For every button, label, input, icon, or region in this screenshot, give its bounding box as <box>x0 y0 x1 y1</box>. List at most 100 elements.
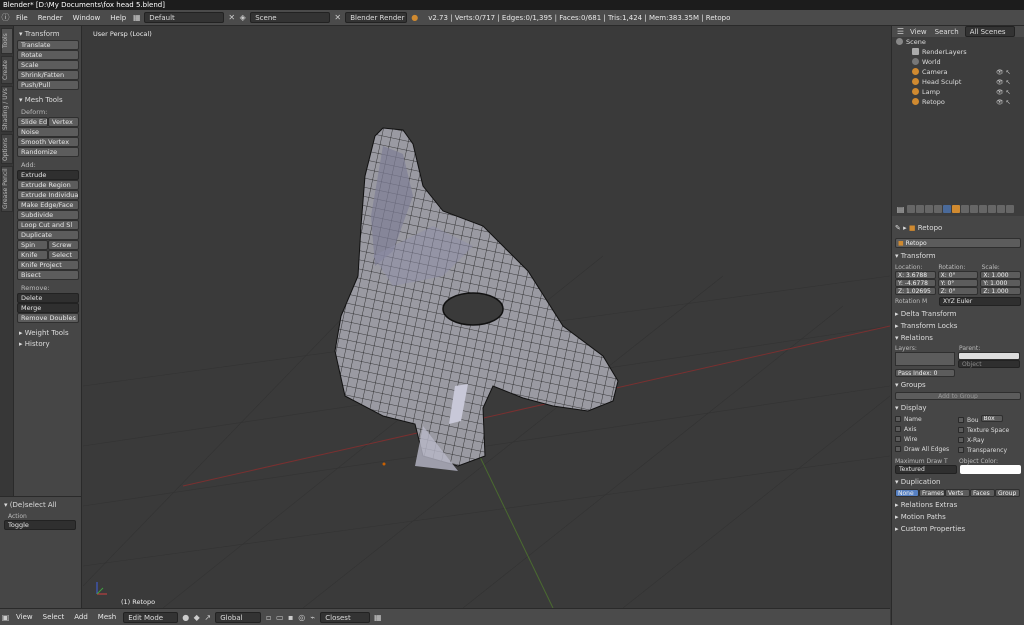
layers-grid[interactable] <box>895 352 955 366</box>
dup-none-tab[interactable]: None <box>895 489 919 497</box>
transform-panel-header[interactable]: ▾ Transform <box>19 30 78 38</box>
viewport-canvas[interactable] <box>83 26 890 608</box>
groups-header[interactable]: ▾ Groups <box>895 381 1021 389</box>
rotation-x-field[interactable]: X: 0° <box>937 271 979 279</box>
relations-header[interactable]: ▾ Relations <box>895 334 1021 342</box>
location-z-field[interactable]: Z: 1.02695 <box>895 287 936 295</box>
loop-cut-button[interactable]: Loop Cut and Sl <box>17 220 79 230</box>
display-axis-checkbox[interactable]: Axis <box>895 425 958 435</box>
face-select-icon[interactable]: ▪ <box>285 612 296 623</box>
visibility-toggles[interactable]: 👁 ↖ 👁 ↖ 👁 ↖ 👁 ↖ <box>996 68 1020 108</box>
weight-tools-panel-header[interactable]: ▸ Weight Tools <box>19 329 78 337</box>
custom-properties-header[interactable]: ▸ Custom Properties <box>895 525 1021 533</box>
display-header[interactable]: ▾ Display <box>895 404 1021 412</box>
render-tab-icon[interactable] <box>907 205 915 213</box>
display-all-edges-checkbox[interactable]: Draw All Edges <box>895 445 958 455</box>
pivot-icon[interactable]: ◆ <box>191 612 202 623</box>
delete-dropdown[interactable]: Delete <box>17 293 79 303</box>
add-to-group-button[interactable]: Add to Group <box>895 392 1021 400</box>
duplicate-button[interactable]: Duplicate <box>17 230 79 240</box>
tab-tools[interactable]: Tools <box>1 28 13 54</box>
rotation-y-field[interactable]: Y: 0° <box>937 279 979 287</box>
vertex-select-icon[interactable]: ▫ <box>263 612 274 623</box>
smooth-vertex-button[interactable]: Smooth Vertex <box>17 137 79 147</box>
outliner-item-retopo[interactable]: Retopo <box>912 98 945 107</box>
motion-paths-header[interactable]: ▸ Motion Paths <box>895 513 1021 521</box>
transform-section-header[interactable]: ▾ Transform <box>895 252 1021 260</box>
subdivide-button[interactable]: Subdivide <box>17 210 79 220</box>
dup-faces-tab[interactable]: Faces <box>970 489 995 497</box>
display-transparency-checkbox[interactable]: Transparency <box>958 446 1021 456</box>
scale-button[interactable]: Scale <box>17 60 79 70</box>
properties-editor-icon[interactable]: ▤ <box>895 204 906 215</box>
texture-tab-icon[interactable] <box>988 205 996 213</box>
mode-select[interactable]: Edit Mode <box>123 611 179 623</box>
display-texture-space-checkbox[interactable]: Texture Space <box>958 426 1021 436</box>
mesh-tools-panel-header[interactable]: ▾ Mesh Tools <box>19 96 78 104</box>
edge-select-icon[interactable]: ▭ <box>274 612 285 623</box>
object-name-field[interactable]: ■ Retopo <box>895 238 1021 248</box>
delta-transform-header[interactable]: ▸ Delta Transform <box>895 310 1021 318</box>
display-bounds-checkbox[interactable]: Bou Box <box>958 415 1021 426</box>
outliner-menu-view[interactable]: View <box>906 28 931 36</box>
history-panel-header[interactable]: ▸ History <box>19 340 78 348</box>
manipulator-icon[interactable]: ↗ <box>202 612 213 623</box>
data-tab-icon[interactable] <box>970 205 978 213</box>
spin-button[interactable]: Spin <box>17 240 48 250</box>
menu-view[interactable]: View <box>11 613 38 621</box>
world-tab-icon[interactable] <box>934 205 942 213</box>
shrink-fatten-button[interactable]: Shrink/Fatten <box>17 70 79 80</box>
make-edge-face-button[interactable]: Make Edge/Face <box>17 200 79 210</box>
bisect-button[interactable]: Bisect <box>17 270 79 280</box>
physics-tab-icon[interactable] <box>1006 205 1014 213</box>
material-tab-icon[interactable] <box>979 205 987 213</box>
bounds-type-dropdown[interactable]: Box <box>980 415 1003 422</box>
close-icon[interactable]: ✕ <box>226 12 237 23</box>
tab-options[interactable]: Options <box>1 134 13 164</box>
menu-file[interactable]: File <box>11 14 33 22</box>
menu-add[interactable]: Add <box>69 613 93 621</box>
menu-window[interactable]: Window <box>68 14 106 22</box>
slide-edge-button[interactable]: Slide Ed <box>17 117 48 127</box>
knife-select-button[interactable]: Select <box>48 250 79 260</box>
scene-select[interactable]: Scene <box>250 12 331 23</box>
outliner-item-renderlayers[interactable]: RenderLayers <box>912 48 967 57</box>
object-properties-tab-icon[interactable] <box>952 205 960 213</box>
dup-verts-tab[interactable]: Verts <box>945 489 970 497</box>
dup-group-tab[interactable]: Group <box>995 489 1020 497</box>
action-dropdown[interactable]: Toggle <box>4 520 76 530</box>
location-x-field[interactable]: X: 3.6788 <box>895 271 936 279</box>
editor-type-icon[interactable]: ▣ <box>0 612 11 623</box>
outliner-item-world[interactable]: World <box>912 58 941 67</box>
object-color-swatch[interactable] <box>959 465 1021 474</box>
transform-locks-header[interactable]: ▸ Transform Locks <box>895 322 1021 330</box>
render-layers-tab-icon[interactable] <box>916 205 924 213</box>
rotation-z-field[interactable]: Z: 0° <box>937 287 979 295</box>
scale-z-field[interactable]: Z: 1.000 <box>980 287 1022 295</box>
max-draw-type-dropdown[interactable]: Textured <box>895 465 957 474</box>
scale-y-field[interactable]: Y: 1.000 <box>980 279 1022 287</box>
modifiers-tab-icon[interactable] <box>961 205 969 213</box>
screen-layout-select[interactable]: Default <box>144 12 225 23</box>
outliner-editor-icon[interactable]: ☰ <box>895 26 906 37</box>
proportional-edit-icon[interactable]: ◎ <box>296 612 307 623</box>
scene-icon[interactable]: ◈ <box>237 12 248 23</box>
outliner-item-scene[interactable]: Scene <box>896 38 926 47</box>
knife-button[interactable]: Knife <box>17 250 48 260</box>
remove-doubles-button[interactable]: Remove Doubles <box>17 313 79 323</box>
object-tab-icon[interactable] <box>943 205 951 213</box>
snap-icon[interactable]: ⌁ <box>307 612 318 623</box>
noise-button[interactable]: Noise <box>17 127 79 137</box>
merge-dropdown[interactable]: Merge <box>17 303 79 313</box>
particles-tab-icon[interactable] <box>997 205 1005 213</box>
extrude-individual-button[interactable]: Extrude Individual <box>17 190 79 200</box>
knife-project-button[interactable]: Knife Project <box>17 260 79 270</box>
outliner-item-camera[interactable]: Camera <box>912 68 948 77</box>
randomize-button[interactable]: Randomize <box>17 147 79 157</box>
push-pull-button[interactable]: Push/Pull <box>17 80 79 90</box>
tab-grease-pencil[interactable]: Grease Pencil <box>1 166 13 212</box>
dup-frames-tab[interactable]: Frames <box>919 489 945 497</box>
close-icon[interactable]: ✕ <box>332 12 343 23</box>
screen-layout-icon[interactable]: ▦ <box>131 12 142 23</box>
menu-render[interactable]: Render <box>33 14 68 22</box>
